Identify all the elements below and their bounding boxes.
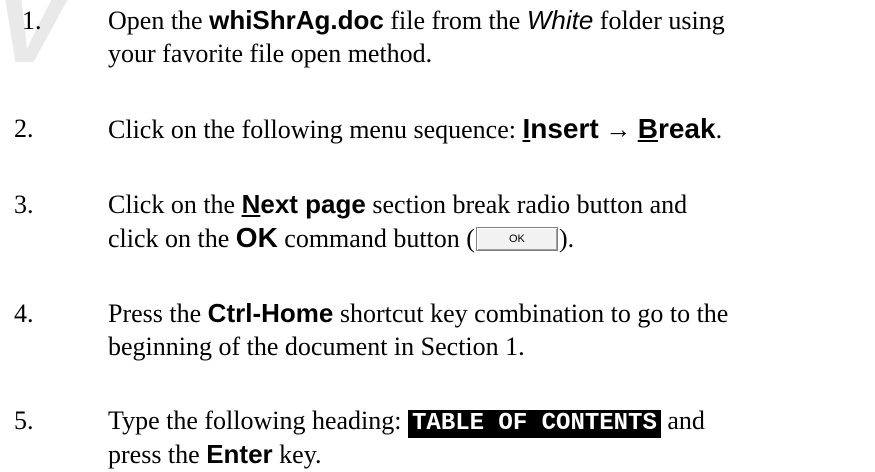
step-text: Click on the Next page section break rad… [108,188,873,255]
step-line-2: click on the OK command button (OK). [108,222,575,253]
step-text: Press the Ctrl-Home shortcut key combina… [108,297,873,363]
step-text: Open the whiShrAg.doc file from the Whit… [108,4,873,70]
folder-name: White [526,5,594,35]
option-next-page: Next page [241,189,366,219]
ok-label: OK [235,222,278,253]
step-number: 2. [14,114,34,143]
step-line-1: Press the Ctrl-Home shortcut key combina… [108,298,729,328]
step-number: 3. [14,190,34,219]
step-line-2: beginning of the document in Section 1. [108,332,525,361]
step-number: 1. [22,6,42,35]
arrow: → [598,115,638,144]
filename: whiShrAg.doc [209,5,384,35]
step-number: 4. [14,299,34,328]
step-line-1: Type the following heading: TABLE OF CON… [108,406,705,438]
enter-key: Enter [206,439,273,469]
step-text: Click on the following menu sequence: In… [108,113,723,144]
menu-insert: Insert [522,113,599,144]
heading-code: TABLE OF CONTENTS [408,410,661,438]
step-line-1: Open the whiShrAg.doc file from the Whit… [108,5,725,35]
step-line-2: your favorite file open method. [108,39,433,68]
step-text: Type the following heading: TABLE OF CON… [108,404,873,471]
step-number: 5. [14,406,34,435]
ok-button[interactable]: OK [475,227,558,252]
step-line-2: press the Enter key. [108,439,322,469]
shortcut-key: Ctrl-Home [207,298,334,328]
menu-break: Break [637,113,716,144]
step-line-1: Click on the Next page section break rad… [108,189,688,219]
